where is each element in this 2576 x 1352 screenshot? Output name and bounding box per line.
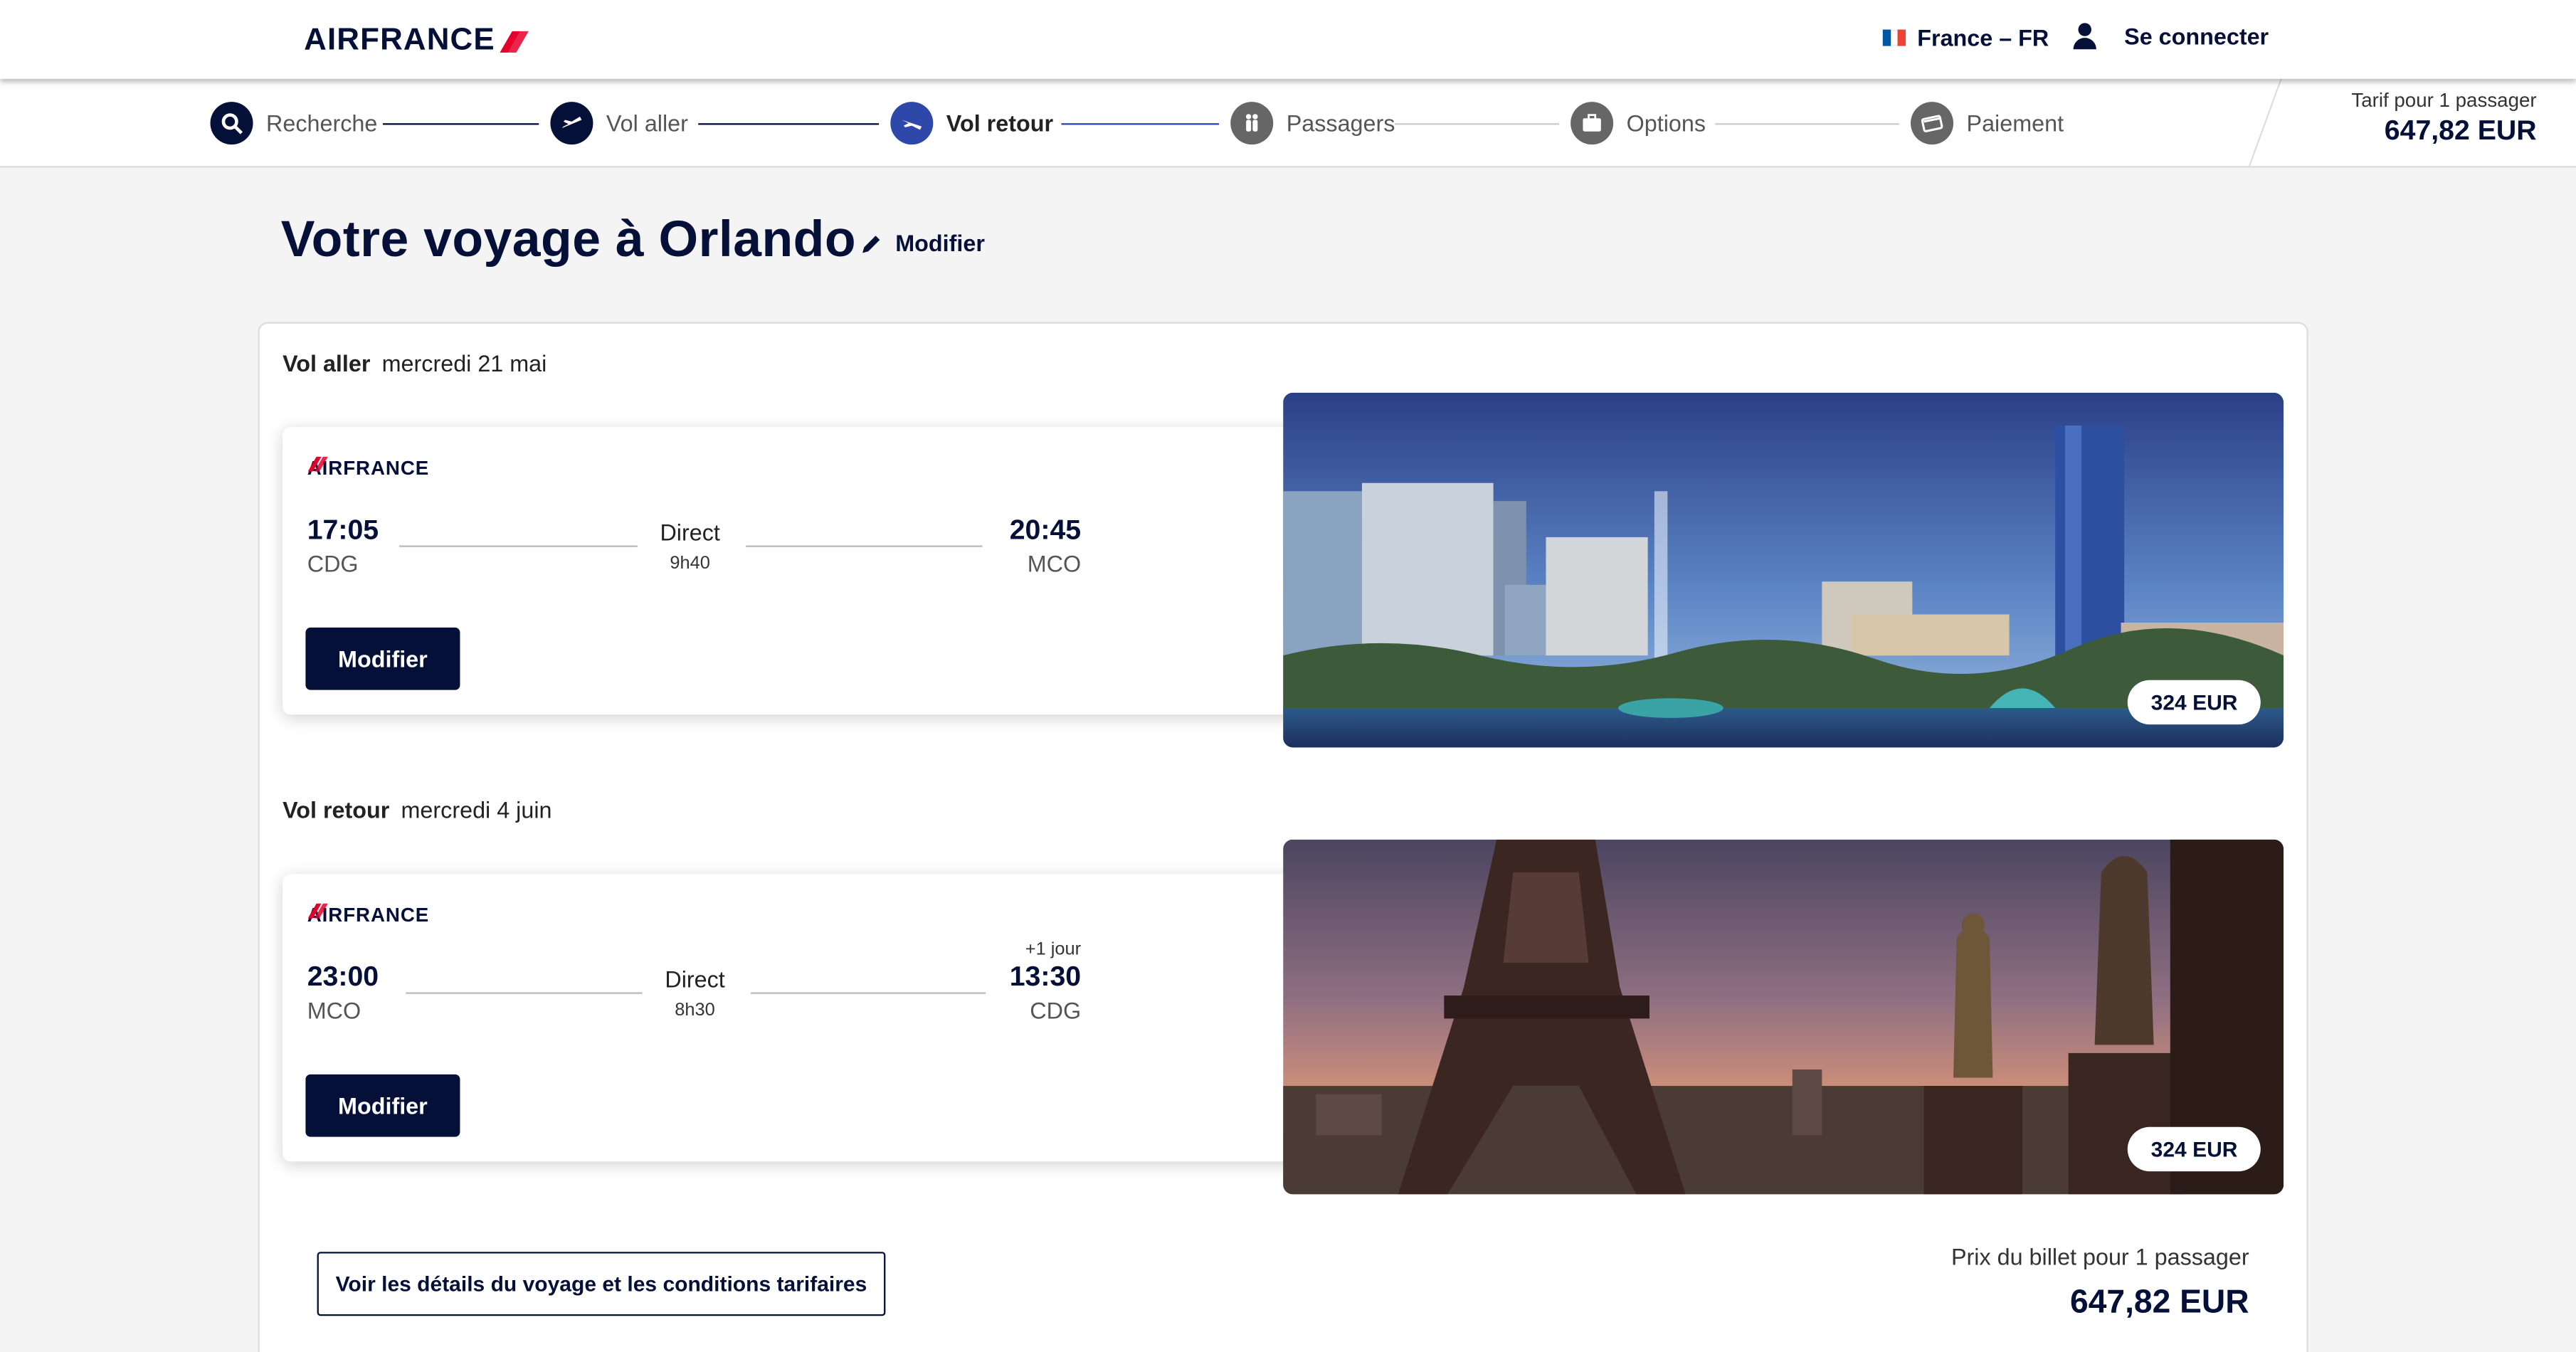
airfrance-logo[interactable]: AIRFRANCE	[304, 23, 529, 59]
locale-label: France – FR	[1917, 24, 2049, 51]
inbound-flight-box: AIRFRANCE 23:00 MCO Direct 8h30 +1 jour …	[283, 874, 1302, 1162]
logo-stripe-icon	[307, 456, 449, 476]
total-price-label: Prix du billet pour 1 passager	[1951, 1243, 2249, 1270]
outbound-price-badge: 324 EUR	[2128, 680, 2261, 725]
stops-label: Direct	[660, 519, 720, 546]
logo-stripe-icon	[500, 30, 529, 52]
fare-value: 647,82 EUR	[2384, 115, 2537, 147]
flight-duration: 9h40	[670, 554, 710, 574]
pencil-icon	[862, 235, 880, 253]
step-passagers[interactable]: Passagers	[1230, 102, 1395, 145]
step-vol-aller[interactable]: Vol aller	[550, 102, 688, 145]
step-connector	[1395, 123, 1559, 125]
airline-logo: AIRFRANCE	[307, 456, 449, 480]
paris-eiffel-tower-image: 324 EUR	[1283, 839, 2284, 1195]
airline-logo: AIRFRANCE	[307, 903, 449, 926]
arrival-airport: MCO	[1027, 550, 1082, 577]
page-title: Votre voyage à Orlando	[280, 210, 857, 268]
flight-duration: 8h30	[675, 1000, 715, 1020]
step-label: Recherche	[266, 110, 378, 137]
fare-label: Tarif pour 1 passager	[2351, 88, 2537, 112]
inbound-heading-label: Vol retour	[283, 796, 390, 823]
step-options[interactable]: Options	[1571, 102, 1706, 145]
orlando-skyline-image: 324 EUR	[1283, 392, 2284, 748]
departure-airport: CDG	[307, 550, 359, 577]
modify-inbound-button[interactable]: Modifier	[305, 1074, 460, 1137]
inbound-date: mercredi 4 juin	[401, 796, 552, 823]
step-label: Vol retour	[946, 110, 1054, 137]
route-line	[399, 545, 638, 547]
stops-label: Direct	[665, 966, 725, 993]
top-header: AIRFRANCE France – FR Se connecter	[0, 0, 2576, 79]
trip-details-button[interactable]: Voir les détails du voyage et les condit…	[317, 1252, 886, 1316]
route-line	[746, 545, 983, 547]
signin-link[interactable]: Se connecter	[2073, 23, 2269, 50]
passengers-icon	[1230, 102, 1274, 145]
user-icon	[2073, 23, 2096, 50]
departure-time: 23:00	[307, 961, 379, 993]
search-icon	[210, 102, 253, 145]
total-price-value: 647,82 EUR	[2070, 1284, 2249, 1321]
step-paiement[interactable]: Paiement	[1911, 102, 2064, 145]
credit-card-icon	[1911, 102, 1954, 145]
edit-label: Modifier	[895, 230, 985, 257]
outbound-heading-label: Vol aller	[283, 349, 371, 376]
plane-arrival-icon	[890, 102, 934, 145]
outbound-flight-box: AIRFRANCE 17:05 CDG Direct 9h40 20:45 MC…	[283, 427, 1302, 715]
outbound-heading: Vol aller mercredi 21 mai	[283, 350, 547, 376]
locale-selector[interactable]: France – FR	[1882, 24, 2049, 51]
logo-text: AIRFRANCE	[304, 23, 495, 58]
inbound-heading: Vol retour mercredi 4 juin	[283, 797, 551, 823]
modify-outbound-button[interactable]: Modifier	[305, 627, 460, 690]
step-recherche[interactable]: Recherche	[210, 102, 378, 145]
route-line	[751, 992, 986, 994]
edit-trip-link[interactable]: Modifier	[861, 230, 985, 256]
booking-stepper: Recherche Vol aller Vol retour Passagers	[0, 78, 2576, 168]
briefcase-icon	[1571, 102, 1614, 145]
outbound-date: mercredi 21 mai	[381, 349, 547, 376]
arrival-time: 13:30	[1009, 961, 1082, 993]
signin-label: Se connecter	[2124, 23, 2269, 50]
trip-card: Vol aller mercredi 21 mai AIRFRANCE 17:05…	[258, 322, 2308, 1352]
step-label: Paiement	[1966, 110, 2064, 137]
step-vol-retour[interactable]: Vol retour	[890, 102, 1054, 145]
step-connector	[1061, 123, 1220, 125]
logo-stripe-icon	[307, 903, 449, 923]
step-connector	[1715, 123, 1899, 125]
fare-summary: Tarif pour 1 passager 647,82 EUR	[2248, 78, 2576, 168]
step-label: Passagers	[1286, 110, 1395, 137]
plane-departure-icon	[550, 102, 593, 145]
step-label: Vol aller	[606, 110, 688, 137]
departure-time: 17:05	[307, 514, 379, 546]
inbound-price-badge: 324 EUR	[2128, 1126, 2261, 1172]
france-flag-icon	[1882, 29, 1906, 46]
next-day-badge: +1 jour	[1025, 939, 1082, 960]
step-label: Options	[1626, 110, 1706, 137]
arrival-time: 20:45	[1009, 514, 1082, 546]
departure-airport: MCO	[307, 997, 361, 1024]
arrival-airport: CDG	[1030, 997, 1082, 1024]
divider	[2248, 78, 2282, 168]
step-connector	[698, 123, 880, 125]
route-line	[406, 992, 643, 994]
step-connector	[382, 123, 539, 125]
